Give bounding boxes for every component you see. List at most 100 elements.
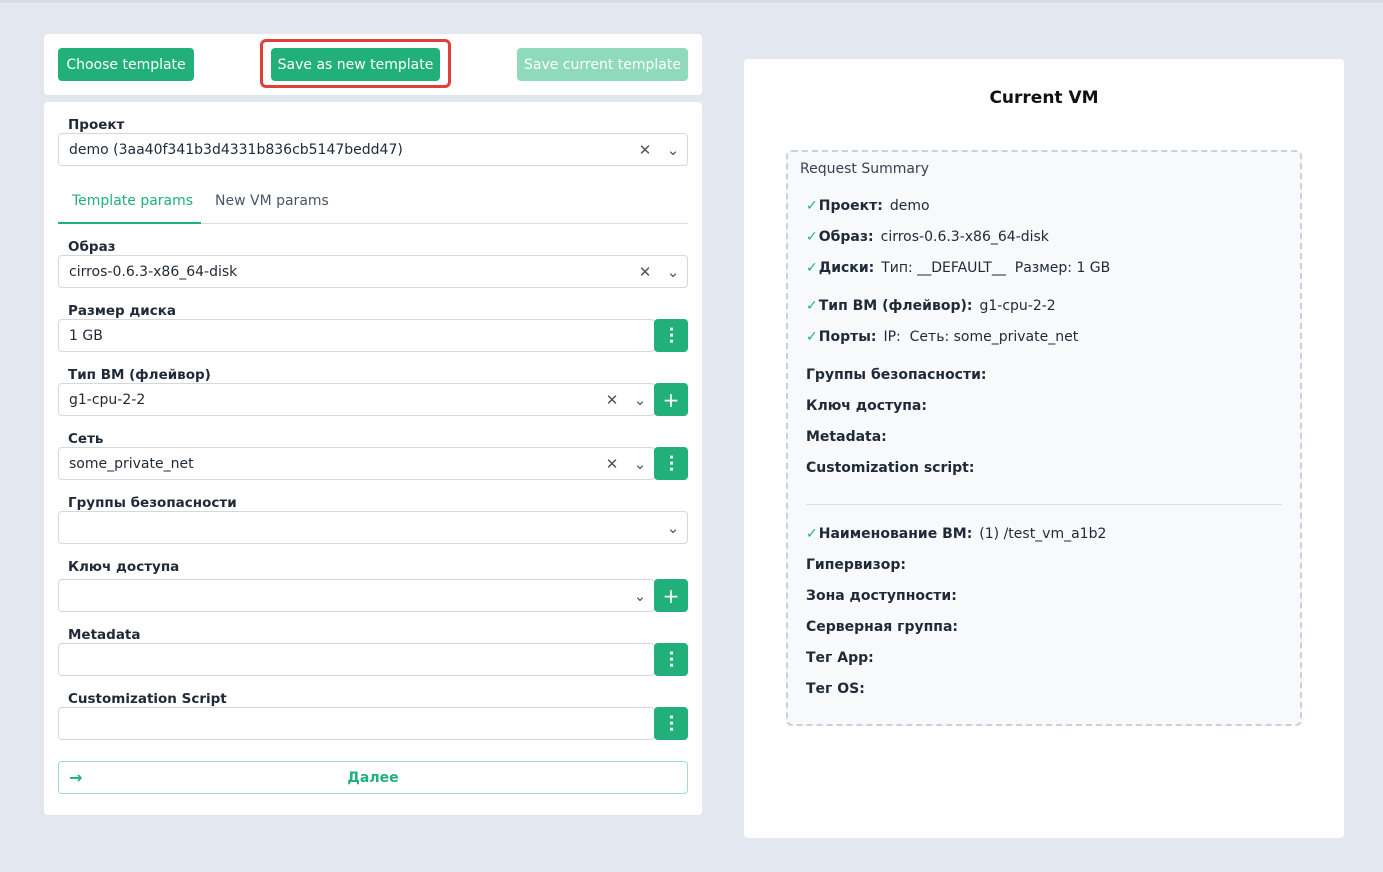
params-tabs: Template params New VM params <box>58 186 688 224</box>
summary-row: Зона доступности: <box>806 588 964 604</box>
project-value: demo (3aa40f341b3d4331b836cb5147bedd47) <box>69 141 403 158</box>
request-summary: Request Summary ✓Проект: demo ✓Образ: cirro… <box>786 150 1302 726</box>
chevron-down-icon[interactable]: ⌄ <box>659 134 687 165</box>
clear-icon[interactable]: ✕ <box>598 384 626 415</box>
metadata-field[interactable] <box>58 643 655 676</box>
metadata-options-button[interactable]: ··· <box>654 643 688 676</box>
chevron-down-icon[interactable]: ⌄ <box>659 256 687 287</box>
add-access-key-button[interactable]: + <box>654 579 688 612</box>
customization-label: Customization Script <box>68 691 227 707</box>
summary-value: cirros-0.6.3-x86_64-disk <box>880 229 1049 245</box>
next-label: Далее <box>347 769 399 786</box>
save-current-template-button[interactable]: Save current template <box>517 48 688 81</box>
more-vertical-icon: ··· <box>662 650 681 669</box>
access-key-select[interactable]: ⌄ <box>58 579 655 612</box>
save-as-new-template-button[interactable]: Save as new template <box>271 48 440 81</box>
vm-form: Проект demo (3aa40f341b3d4331b836cb5147b… <box>44 102 702 815</box>
summary-value: g1-cpu-2-2 <box>979 298 1056 314</box>
customization-field[interactable] <box>58 707 655 740</box>
summary-key: Диски: <box>818 260 875 276</box>
security-groups-label: Группы безопасности <box>68 495 237 511</box>
summary-row: ✓Наименование ВМ: (1) /test_vm_a1b2 <box>806 526 1106 542</box>
summary-key: Группы безопасности: <box>806 367 987 383</box>
summary-key: Тип ВМ (флейвор): <box>818 298 973 314</box>
clear-icon[interactable]: ✕ <box>631 134 659 165</box>
chevron-down-icon[interactable]: ⌄ <box>659 512 687 543</box>
summary-row: Тег App: <box>806 650 881 666</box>
summary-key: Гипервизор: <box>806 557 906 573</box>
summary-divider <box>806 504 1282 505</box>
summary-row: Customization script: <box>806 460 981 476</box>
network-value: some_private_net <box>69 455 194 472</box>
flavor-value: g1-cpu-2-2 <box>69 391 146 408</box>
summary-key: Серверная группа: <box>806 619 959 635</box>
summary-row: Серверная группа: <box>806 619 965 635</box>
network-select[interactable]: some_private_net ✕ ⌄ <box>58 447 655 480</box>
chevron-down-icon[interactable]: ⌄ <box>626 384 654 415</box>
summary-row: ✓Порты: IP: Сеть: some_private_net <box>806 329 1078 345</box>
clear-icon[interactable]: ✕ <box>598 448 626 479</box>
summary-row: ✓Проект: demo <box>806 198 930 214</box>
top-border <box>0 0 1383 3</box>
choose-template-button[interactable]: Choose template <box>58 48 194 81</box>
disk-size-label: Размер диска <box>68 303 177 319</box>
summary-row: Ключ доступа: <box>806 398 934 414</box>
add-flavor-button[interactable]: + <box>654 383 688 416</box>
summary-row: Гипервизор: <box>806 557 913 573</box>
check-icon: ✓ <box>806 329 818 345</box>
more-vertical-icon: ··· <box>662 454 681 473</box>
image-label: Образ <box>68 239 116 255</box>
arrow-right-icon: → <box>69 768 83 787</box>
plus-icon: + <box>662 583 680 608</box>
summary-row: ✓Тип ВМ (флейвор): g1-cpu-2-2 <box>806 298 1056 314</box>
current-vm-card: Current VM Request Summary ✓Проект: demo ✓… <box>744 59 1344 838</box>
clear-icon[interactable]: ✕ <box>631 256 659 287</box>
check-icon: ✓ <box>806 229 818 245</box>
summary-row: ✓Образ: cirros-0.6.3-x86_64-disk <box>806 229 1049 245</box>
summary-key: Ключ доступа: <box>806 398 927 414</box>
summary-value: demo <box>889 198 930 214</box>
template-toolbar: Choose template Save as new template Sav… <box>44 34 702 95</box>
summary-key: Образ: <box>818 229 874 245</box>
check-icon: ✓ <box>806 526 818 542</box>
active-tab-indicator <box>58 222 201 224</box>
metadata-label: Metadata <box>68 627 141 643</box>
image-select[interactable]: cirros-0.6.3-x86_64-disk ✕ ⌄ <box>58 255 688 288</box>
summary-key: Порты: <box>818 329 877 345</box>
request-summary-title: Request Summary <box>800 161 929 177</box>
summary-value: (1) /test_vm_a1b2 <box>979 526 1107 542</box>
summary-key: Metadata: <box>806 429 887 445</box>
project-label: Проект <box>68 117 125 133</box>
flavor-label: Тип ВМ (флейвор) <box>68 367 211 383</box>
summary-value: IP: Сеть: some_private_net <box>883 329 1079 345</box>
save-as-new-highlight: Save as new template <box>260 39 451 88</box>
project-select[interactable]: demo (3aa40f341b3d4331b836cb5147bedd47) … <box>58 133 688 166</box>
chevron-down-icon[interactable]: ⌄ <box>626 580 654 611</box>
more-vertical-icon: ··· <box>662 714 681 733</box>
summary-key: Тег App: <box>806 650 874 666</box>
summary-key: Тег OS: <box>806 681 865 697</box>
summary-value: Тип: __DEFAULT__ Размер: 1 GB <box>881 260 1111 276</box>
image-value: cirros-0.6.3-x86_64-disk <box>69 263 238 280</box>
chevron-down-icon[interactable]: ⌄ <box>626 448 654 479</box>
check-icon: ✓ <box>806 260 818 276</box>
disk-size-field[interactable]: 1 GB <box>58 319 655 352</box>
customization-options-button[interactable]: ··· <box>654 707 688 740</box>
summary-row: ✓Диски: Тип: __DEFAULT__ Размер: 1 GB <box>806 260 1110 276</box>
summary-row: Тег OS: <box>806 681 872 697</box>
flavor-select[interactable]: g1-cpu-2-2 ✕ ⌄ <box>58 383 655 416</box>
summary-key: Проект: <box>818 198 883 214</box>
disk-size-value: 1 GB <box>69 327 103 344</box>
security-groups-select[interactable]: ⌄ <box>58 511 688 544</box>
check-icon: ✓ <box>806 198 818 214</box>
network-label: Сеть <box>68 431 104 447</box>
tab-template-params[interactable]: Template params <box>72 193 193 209</box>
next-button[interactable]: → Далее <box>58 761 688 794</box>
access-key-label: Ключ доступа <box>68 559 180 575</box>
disk-options-button[interactable]: ··· <box>654 319 688 352</box>
more-vertical-icon: ··· <box>662 326 681 345</box>
summary-key: Наименование ВМ: <box>818 526 973 542</box>
summary-key: Зона доступности: <box>806 588 957 604</box>
network-options-button[interactable]: ··· <box>654 447 688 480</box>
tab-new-vm-params[interactable]: New VM params <box>215 193 329 209</box>
